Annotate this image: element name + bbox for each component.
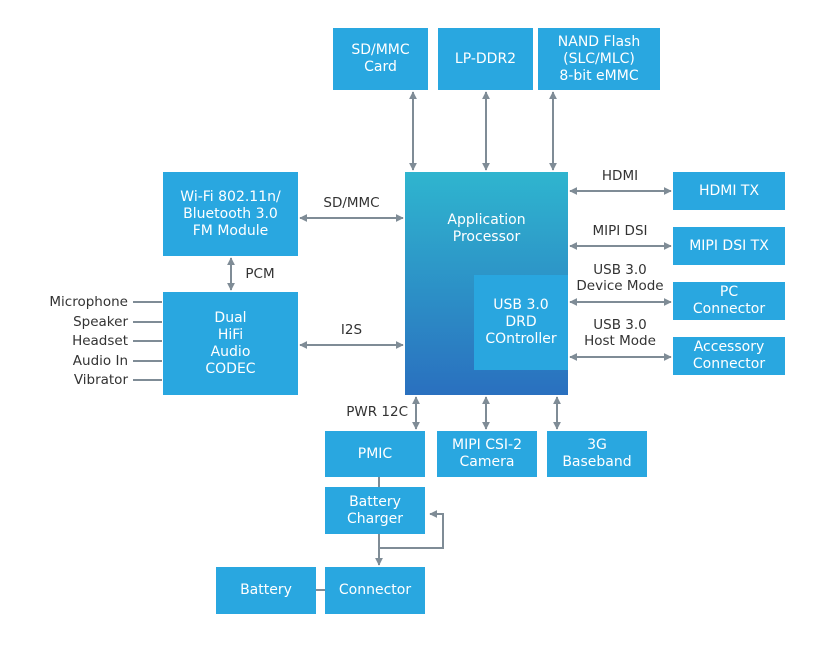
sd-card-block: SD/MMC Card: [333, 28, 428, 90]
hdmi-tx-block: HDMI TX: [673, 172, 785, 210]
audio-io-microphone: Microphone: [49, 294, 128, 310]
hdmi-link-label: HDMI: [601, 168, 639, 184]
connector-block: Connector: [325, 567, 425, 614]
mipi-dsi-tx-block: MIPI DSI TX: [673, 227, 785, 265]
pwr-link-label: PWR 12C: [346, 404, 408, 420]
pcm-link-label: PCM: [245, 266, 275, 282]
audio-codec-block: Dual HiFi Audio CODEC: [163, 292, 298, 395]
camera-block: MIPI CSI-2 Camera: [437, 431, 537, 477]
audio-io-speaker: Speaker: [73, 314, 128, 330]
i2s-link-label: I2S: [340, 322, 363, 338]
processor-label: Application Processor: [447, 212, 526, 245]
audio-io-vibrator: Vibrator: [73, 372, 128, 388]
mipi-dsi-link-label: MIPI DSI: [592, 223, 648, 239]
sdmmc-link-label: SD/MMC: [323, 195, 380, 211]
pc-connector-block: PC Connector: [673, 282, 785, 320]
nand-flash-block: NAND Flash (SLC/MLC) 8-bit eMMC: [538, 28, 660, 90]
usb-drd-controller-block: USB 3.0 DRD COntroller: [474, 275, 568, 370]
lpddr2-block: LP-DDR2: [438, 28, 533, 90]
battery-block: Battery: [216, 567, 316, 614]
usb-device-link-label: USB 3.0 Device Mode: [576, 262, 664, 294]
baseband-block: 3G Baseband: [547, 431, 647, 477]
audio-io-audio-in: Audio In: [72, 353, 128, 369]
pmic-block: PMIC: [325, 431, 425, 477]
usb-host-link-label: USB 3.0 Host Mode: [584, 317, 656, 349]
wifi-bluetooth-block: Wi-Fi 802.11n/ Bluetooth 3.0 FM Module: [163, 172, 298, 256]
battery-charger-block: Battery Charger: [325, 487, 425, 534]
accessory-connector-block: Accessory Connector: [673, 337, 785, 375]
audio-io-headset: Headset: [72, 333, 128, 349]
